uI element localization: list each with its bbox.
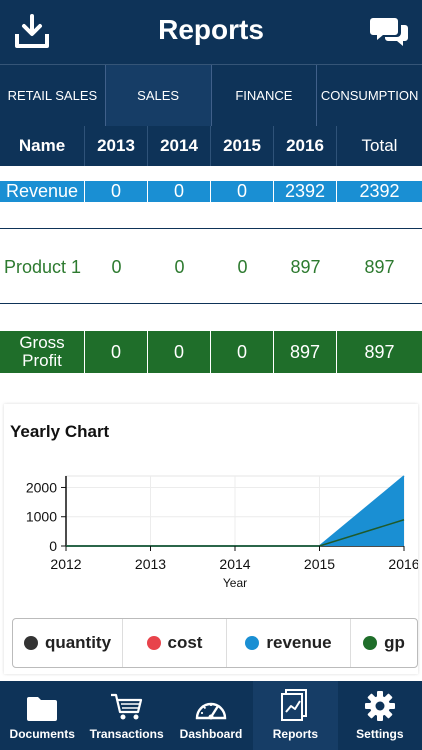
table-row-revenue[interactable]: Revenue 0 0 0 2392 2392 <box>0 181 422 202</box>
chart-legend: quantity cost revenue gp <box>12 618 418 668</box>
column-header-total: Total <box>361 136 398 155</box>
y-tick-label: 0 <box>49 538 57 554</box>
legend-item-quantity[interactable]: quantity <box>13 619 123 667</box>
row-divider <box>0 303 422 304</box>
cell-value: 0 <box>211 331 274 373</box>
cell-value: 0 <box>85 331 148 373</box>
legend-label: gp <box>384 633 405 652</box>
nav-dashboard[interactable]: Dashboard <box>169 681 253 750</box>
nav-transactions[interactable]: Transactions <box>84 681 168 750</box>
folder-icon <box>27 697 58 721</box>
gauge-icon <box>195 702 227 720</box>
y-tick-label: 2000 <box>26 479 57 495</box>
tab-sales[interactable]: SALES <box>105 65 212 126</box>
nav-documents[interactable]: Documents <box>0 681 84 750</box>
tab-finance[interactable]: FINANCE <box>212 65 318 126</box>
cell-value: 897 <box>290 256 321 277</box>
x-tick-label: 2014 <box>219 556 250 572</box>
row-name-line: Gross <box>19 333 65 352</box>
column-header-2015: 2015 <box>211 126 274 166</box>
page-title: Reports <box>158 14 264 45</box>
row-divider <box>0 228 422 229</box>
report-icon <box>281 689 308 721</box>
legend-label: cost <box>167 633 203 652</box>
x-tick-label: 2013 <box>135 556 166 572</box>
gear-icon <box>364 691 395 721</box>
cell-value: 0 <box>111 256 122 277</box>
yearly-chart: 0 1000 2000 2012 2013 2014 2015 2016 Year <box>26 475 418 590</box>
yearly-chart-card: Yearly Chart 0 1000 2000 2012 2013 2014 2015 20… <box>4 404 418 674</box>
column-header-name: Name <box>0 126 85 166</box>
x-tick-label: 2012 <box>50 556 81 572</box>
x-tick-label: 2016 <box>388 556 418 572</box>
cell-total: 897 <box>364 256 395 277</box>
cell-value: 0 <box>237 256 248 277</box>
cell-total: 897 <box>364 341 395 362</box>
legend-label: quantity <box>44 633 112 652</box>
legend-dot <box>146 636 161 650</box>
chart-title: Yearly Chart <box>10 422 110 441</box>
tab-retail-sales[interactable]: RETAIL SALES <box>0 65 106 126</box>
row-name: Gross Profit <box>0 331 85 373</box>
report-tabs: RETAIL SALES SALES FINANCE CONSUMPTION <box>0 64 422 126</box>
column-header-2013: 2013 <box>85 126 148 166</box>
row-name-line: Profit <box>22 351 62 370</box>
table-row-product-1[interactable]: Product 1 0 0 0 897 897 <box>0 247 422 287</box>
cell-value: 2392 <box>274 181 337 202</box>
y-tick-label: 1000 <box>26 509 57 525</box>
nav-label: Documents <box>9 727 75 741</box>
cell-total: 2392 <box>359 181 400 201</box>
nav-settings[interactable]: Settings <box>338 681 422 750</box>
cell-value: 0 <box>174 256 185 277</box>
legend-dot <box>245 636 260 650</box>
nav-label: Settings <box>356 727 404 741</box>
legend-label: revenue <box>266 633 332 652</box>
legend-item-cost[interactable]: cost <box>123 619 227 667</box>
cell-value: 0 <box>85 181 148 202</box>
cell-value: 0 <box>148 331 211 373</box>
column-header-2016: 2016 <box>274 126 337 166</box>
nav-reports[interactable]: Reports <box>253 681 338 750</box>
column-header-2014: 2014 <box>148 126 211 166</box>
legend-item-revenue[interactable]: revenue <box>227 619 351 667</box>
bottom-nav: Documents Transactions Dashboard Reports <box>0 681 422 750</box>
cart-icon <box>110 693 142 720</box>
nav-label: Dashboard <box>179 727 243 741</box>
legend-item-gp[interactable]: gp <box>351 619 417 667</box>
x-axis-label: Year <box>223 576 247 590</box>
app-header: Reports <box>0 0 422 64</box>
chat-icon[interactable] <box>370 12 410 52</box>
cell-value: 0 <box>211 181 274 202</box>
legend-dot <box>363 636 378 650</box>
row-name: Revenue <box>0 181 85 202</box>
table-row-gross-profit[interactable]: Gross Profit 0 0 0 897 897 <box>0 331 422 373</box>
legend-dot <box>23 636 38 650</box>
table-header: Name 2013 2014 2015 2016 Total <box>0 126 422 166</box>
tab-consumption[interactable]: CONSUMPTION <box>317 65 422 126</box>
cell-value: 0 <box>148 181 211 202</box>
x-tick-label: 2015 <box>304 556 335 572</box>
cell-value: 897 <box>274 331 337 373</box>
nav-label: Transactions <box>89 727 164 741</box>
row-name: Product 1 <box>3 256 82 277</box>
nav-label: Reports <box>272 727 319 741</box>
